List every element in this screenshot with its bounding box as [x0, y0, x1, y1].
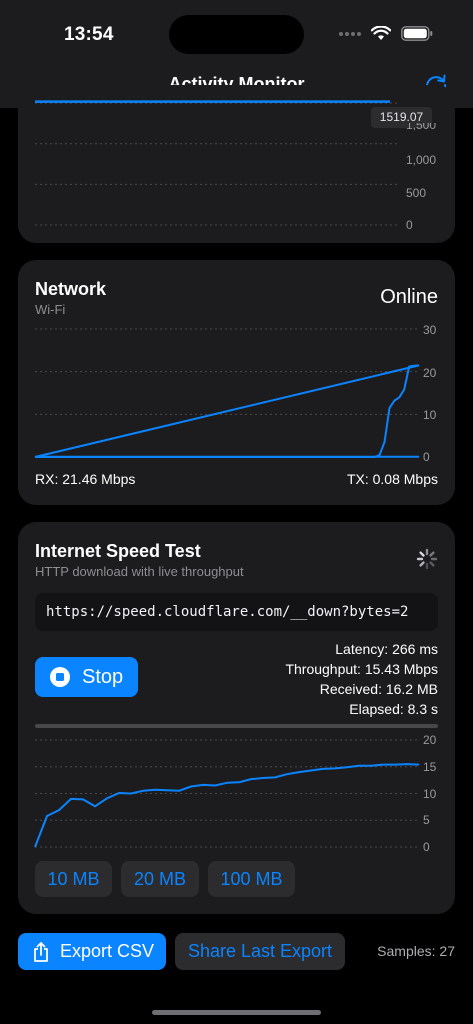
status-bar: 13:54 — [0, 0, 473, 62]
series-line — [34, 763, 420, 848]
y-tick-label: 5 — [423, 813, 430, 827]
network-chart — [34, 328, 420, 458]
size-20mb-button[interactable]: 20 MB — [121, 861, 199, 897]
speed-test-card: Internet Speed Test HTTP download with l… — [18, 522, 455, 914]
status-icons — [339, 26, 433, 41]
share-icon — [34, 941, 48, 962]
y-tick-label: 1,500 — [406, 123, 437, 131]
status-time: 13:54 — [64, 24, 114, 45]
y-tick-label: 30 — [423, 323, 437, 337]
battery-icon — [401, 26, 433, 41]
y-tick-label: 20 — [423, 733, 437, 747]
rx-rate: RX: 21.46 Mbps — [35, 471, 136, 487]
home-indicator — [152, 1010, 321, 1015]
y-tick-label: 10 — [423, 408, 437, 422]
y-tick-label: 0 — [423, 450, 430, 464]
series-line — [34, 364, 420, 458]
samples-count: Samples: 27 — [377, 943, 455, 959]
dynamic-island — [169, 15, 304, 54]
share-label: Share Last Export — [187, 941, 333, 961]
size-10mb-button[interactable]: 10 MB — [35, 861, 112, 897]
y-tick-label: 500 — [406, 186, 427, 200]
y-tick-label: 0 — [423, 840, 430, 854]
y-tick-label: 0 — [406, 218, 413, 232]
export-csv-button[interactable]: Export CSV — [18, 933, 166, 970]
network-card: Network Wi-Fi Online 30 20 10 0 RX: 21.4… — [18, 260, 455, 505]
y-tick-label: 15 — [423, 760, 437, 774]
share-last-export-button[interactable]: Share Last Export — [175, 933, 345, 970]
y-tick-label: 10 — [423, 787, 437, 801]
throughput-chart — [34, 739, 420, 848]
wifi-icon — [371, 26, 391, 40]
y-tick-label: 1,000 — [406, 153, 437, 167]
tx-rate: TX: 0.08 Mbps — [346, 471, 438, 487]
cellular-signal-icon — [339, 31, 361, 36]
y-tick-label: 20 — [423, 366, 437, 380]
size-100mb-button[interactable]: 100 MB — [208, 861, 295, 897]
export-label: Export CSV — [60, 941, 155, 961]
cpu-chart-card: 1519.07 1,500 1,000 500 0 — [18, 85, 455, 243]
